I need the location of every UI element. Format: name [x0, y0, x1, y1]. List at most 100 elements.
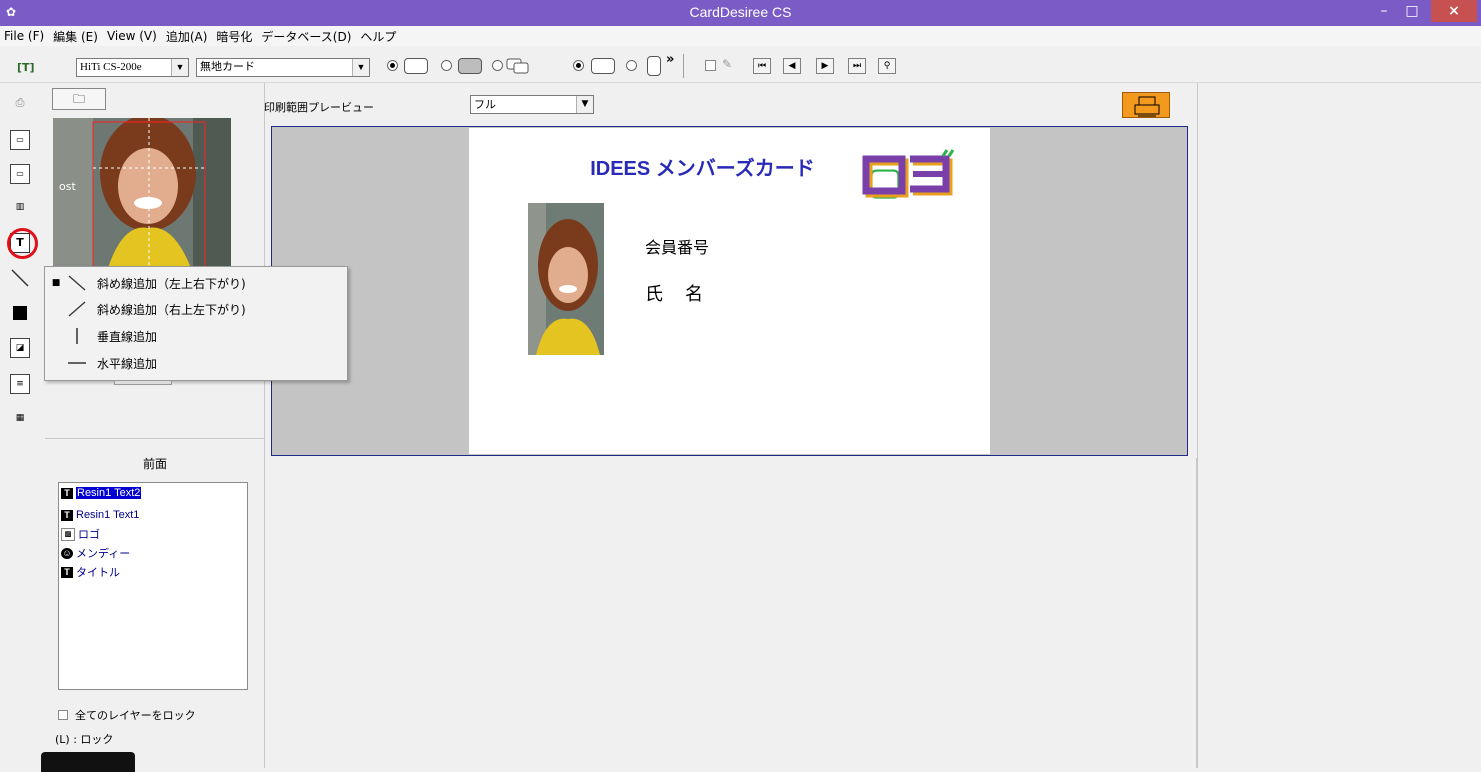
close-button[interactable]: ×: [1431, 0, 1477, 22]
checkbox-icon[interactable]: [705, 60, 716, 71]
print-settings-icon[interactable]: ⎙: [10, 94, 30, 114]
checked-bullet-icon: ■: [51, 278, 61, 288]
menu-edit[interactable]: 編集 (E): [53, 28, 98, 45]
radio-orientation-portrait[interactable]: [626, 60, 637, 71]
menu-view[interactable]: View (V): [107, 29, 157, 43]
layer-item[interactable]: T Resin1 Text1: [61, 508, 139, 522]
card-type-select-value: 無地カード: [200, 61, 255, 73]
fill-tool-icon[interactable]: [10, 303, 30, 323]
folder-icon: 🗀: [72, 92, 85, 106]
toolbar-divider: [683, 54, 684, 78]
layer-label: Resin1 Text1: [76, 509, 140, 521]
diagonal-down-line-icon: [67, 274, 87, 292]
menu-item-diagonal-up[interactable]: 斜め線追加（右上左下がり): [45, 297, 345, 321]
chevron-down-icon: ▼: [352, 59, 369, 76]
next-record-button[interactable]: ▶: [816, 58, 834, 74]
menu-bar: File (F) 編集 (E) View (V) 追加(A) 暗号化 データベー…: [0, 26, 1481, 46]
first-record-button[interactable]: ⏮: [753, 58, 771, 74]
right-panel: [1197, 83, 1481, 768]
menu-item-horizontal-line[interactable]: 水平線追加: [45, 351, 345, 375]
menu-item-diagonal-down[interactable]: ■ 斜め線追加（左上右下がり): [45, 271, 345, 295]
field-tool-icon[interactable]: ≡: [10, 374, 30, 394]
menu-item-label: 斜め線追加（左上右下がり): [97, 276, 246, 291]
menu-item-label: 垂直線追加: [97, 329, 158, 344]
menu-database[interactable]: データベース(D): [261, 28, 351, 45]
last-record-button[interactable]: ⏭: [848, 58, 866, 74]
chevron-down-icon: ▼: [171, 59, 188, 76]
text-layer-icon: T: [61, 566, 73, 578]
lock-legend: (L) : ロック: [55, 733, 114, 746]
card-type-select[interactable]: 無地カード ▼: [196, 58, 370, 77]
card-canvas[interactable]: IDEES メンバーズカード ▢ 会員番号 氏 名: [469, 128, 990, 454]
radio-orientation-landscape[interactable]: [573, 60, 584, 71]
preview-mode-select[interactable]: フル ▼: [470, 95, 594, 114]
text-layer-icon: T: [61, 487, 73, 499]
lock-all-label: 全てのレイヤーをロック: [75, 709, 196, 722]
photo-thumbnail[interactable]: ost: [53, 118, 231, 268]
radio-card-gray[interactable]: [441, 60, 452, 71]
image-tool-icon[interactable]: ▭: [10, 130, 30, 150]
toolbar: [T] HiTi CS-200e ▼ 無地カード ▼ » ✎ ⏮ ◀ ▶ ⏭ ⚲: [0, 50, 1481, 83]
open-folder-button[interactable]: 🗀: [52, 88, 106, 110]
layer-label: ロゴ: [78, 529, 100, 541]
name-label[interactable]: 氏 名: [645, 280, 705, 306]
more-chevron-icon[interactable]: »: [666, 52, 674, 67]
diagonal-up-line-icon: [67, 300, 87, 318]
text-tool-icon[interactable]: [T]: [17, 61, 39, 77]
menu-add[interactable]: 追加(A): [166, 28, 208, 45]
portrait-card-icon: [647, 56, 661, 76]
print-button[interactable]: [1122, 92, 1170, 118]
text-layer-icon: T: [61, 509, 73, 521]
line-tool-icon[interactable]: [10, 268, 30, 288]
layer-item[interactable]: T Resin1 Text2: [61, 486, 142, 500]
layer-label: メンディー: [76, 548, 131, 560]
landscape-card-icon: [591, 58, 615, 74]
minimize-button[interactable]: –: [1370, 0, 1398, 22]
maximize-button[interactable]: □: [1398, 0, 1426, 22]
preview-header: 印刷範囲プレービュー フル ▼: [264, 83, 1197, 125]
pen-icon: ✎: [722, 57, 733, 71]
highlight-circle: [7, 228, 38, 259]
card-member-photo[interactable]: [528, 203, 604, 355]
member-number-label[interactable]: 会員番号: [645, 234, 709, 258]
radio-card-rounded[interactable]: [387, 60, 398, 71]
underlying-button-edge: [114, 381, 172, 385]
layer-item[interactable]: ▨ ロゴ: [61, 527, 100, 541]
rect-tool-icon[interactable]: ▭: [10, 164, 30, 184]
menu-item-label: 斜め線追加（右上左下がり): [97, 302, 246, 317]
printer-select[interactable]: HiTi CS-200e ▼: [76, 58, 189, 77]
taskbar-popup: [41, 752, 135, 772]
layer-item[interactable]: ☺ メンディー: [61, 546, 130, 560]
card-rounded-icon: [404, 58, 428, 74]
printer-select-value: HiTi CS-200e: [80, 61, 142, 73]
radio-card-double[interactable]: [492, 60, 503, 71]
menu-item-vertical-line[interactable]: 垂直線追加: [45, 324, 345, 348]
photo-tool-icon[interactable]: ◪: [10, 338, 30, 358]
card-logo[interactable]: ▢: [861, 148, 956, 203]
chevron-down-icon: ▼: [576, 96, 593, 113]
lock-all-checkbox[interactable]: [58, 710, 68, 720]
menu-file[interactable]: File (F): [4, 29, 44, 43]
layer-label: Resin1 Text2: [76, 487, 142, 499]
barcode-tool-icon[interactable]: ▥: [10, 198, 30, 218]
layer-label: タイトル: [76, 567, 120, 579]
face-layer-icon: ☺: [61, 547, 73, 559]
card-gray-icon: [458, 58, 482, 74]
image-layer-icon: ▨: [61, 527, 75, 541]
prev-record-button[interactable]: ◀: [783, 58, 801, 74]
qr-tool-icon[interactable]: ▦: [10, 409, 30, 429]
vertical-line-icon: [67, 327, 87, 345]
menu-item-label: 水平線追加: [97, 356, 158, 371]
title-bar: ✿ CardDesiree CS – □ ×: [0, 0, 1481, 26]
layer-item[interactable]: T タイトル: [61, 565, 120, 579]
layers-header: 前面: [142, 457, 167, 471]
preview-label: 印刷範囲プレービュー: [264, 101, 374, 114]
menu-help[interactable]: ヘルプ: [360, 28, 396, 45]
work-area: [265, 458, 1197, 768]
layer-list[interactable]: T Resin1 Text2 T Resin1 Text1 ▨ ロゴ ☺ メンデ…: [58, 482, 248, 690]
card-double-icon: [506, 58, 530, 74]
horizontal-line-icon: [67, 354, 87, 372]
preview-mode-value: フル: [474, 98, 496, 111]
menu-encrypt[interactable]: 暗号化: [216, 28, 252, 45]
search-icon[interactable]: ⚲: [878, 58, 896, 74]
